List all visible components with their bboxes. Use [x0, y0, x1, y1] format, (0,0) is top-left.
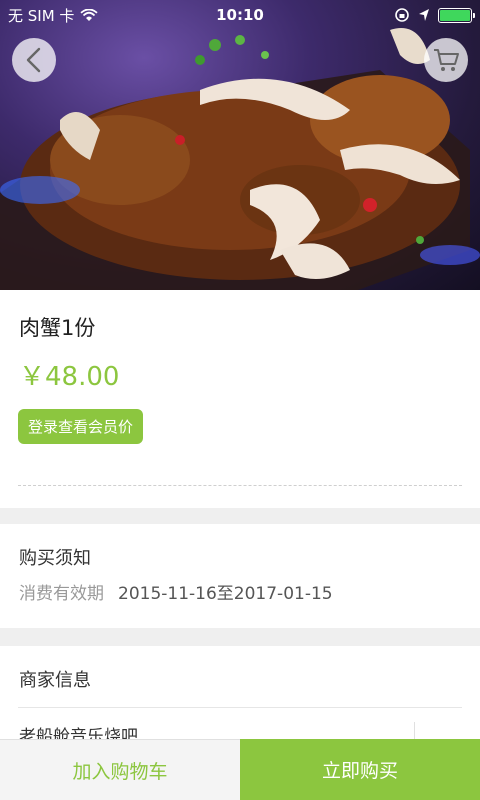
- chevron-left-icon: [26, 47, 41, 73]
- purchase-notice-title: 购买须知: [19, 548, 91, 569]
- add-to-cart-button[interactable]: 加入购物车: [0, 739, 240, 800]
- bottom-action-bar: 加入购物车 立即购买: [0, 739, 480, 800]
- clock: 10:10: [216, 6, 264, 24]
- battery-icon: [438, 7, 475, 23]
- product-info: 肉蟹1份 ￥48.00 登录查看会员价: [0, 290, 480, 508]
- validity-label: 消费有效期: [19, 584, 104, 604]
- buy-now-button[interactable]: 立即购买: [240, 739, 480, 800]
- cart-button[interactable]: [424, 38, 468, 82]
- cart-icon: [434, 49, 459, 71]
- dashed-divider: [18, 485, 462, 486]
- merchant-divider: [18, 707, 462, 708]
- back-button[interactable]: [12, 38, 56, 82]
- validity-row: 消费有效期 2015-11-16至2017-01-15: [19, 579, 333, 604]
- member-price-login-button[interactable]: 登录查看会员价: [18, 409, 144, 444]
- product-price: ￥48.00: [19, 362, 120, 392]
- crab-dish-image: [0, 28, 480, 290]
- merchant-info-title: 商家信息: [19, 670, 91, 691]
- product-photo: [0, 0, 480, 290]
- validity-value: 2015-11-16至2017-01-15: [118, 584, 333, 604]
- status-bar: 无 SIM 卡 10:10: [0, 0, 480, 30]
- product-name: 肉蟹1份: [19, 316, 96, 340]
- purchase-notice-section: 购买须知 消费有效期 2015-11-16至2017-01-15: [0, 524, 480, 628]
